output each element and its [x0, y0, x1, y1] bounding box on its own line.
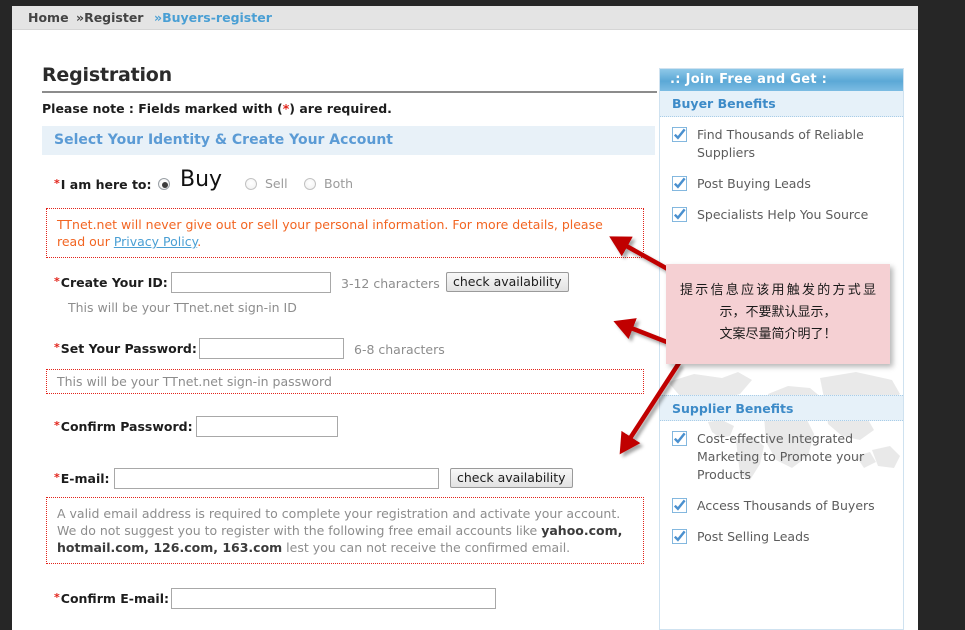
email-input[interactable]: [114, 468, 439, 489]
please-note-suffix: ) are required.: [289, 101, 392, 116]
required-marker: *: [54, 341, 61, 354]
identity-row: *I am here to: Buy Sell Both: [46, 171, 652, 197]
list-item: Find Thousands of Reliable Suppliers: [660, 117, 903, 166]
field-row-confirm-email: *Confirm E-mail:: [46, 586, 652, 612]
list-item-label: Post Buying Leads: [697, 175, 891, 193]
annotation-line-3: 文案尽量简介明了！: [674, 324, 882, 346]
registration-form: Registration Please note : Fields marked…: [32, 64, 652, 630]
list-item-label: Specialists Help You Source: [697, 206, 891, 224]
list-item-label: Cost-effective Integrated Marketing to P…: [697, 430, 891, 484]
checkmark-icon: [672, 498, 687, 513]
required-marker: *: [54, 591, 61, 604]
required-marker: *: [54, 471, 61, 484]
confirm-password-input[interactable]: [196, 416, 338, 437]
field-row-password: *Set Your Password: 6-8 characters: [46, 336, 652, 362]
confirm-email-label: *Confirm E-mail:: [54, 591, 169, 606]
create-id-hint: 3-12 characters: [341, 276, 440, 291]
section-header-identity: Select Your Identity & Create Your Accou…: [42, 126, 655, 155]
list-item: Access Thousands of Buyers: [660, 488, 903, 519]
password-label: *Set Your Password:: [54, 341, 197, 356]
page-title: Registration: [42, 64, 652, 86]
breadcrumb-item-register[interactable]: »Register: [76, 10, 143, 25]
radio-buy[interactable]: [158, 178, 170, 190]
sidebar-header: .: Join Free and Get :: [660, 69, 903, 91]
create-id-input[interactable]: [171, 272, 331, 293]
required-marker: *: [54, 419, 61, 432]
email-label: *E-mail:: [54, 471, 110, 486]
password-hint: 6-8 characters: [354, 342, 445, 357]
identity-label: *I am here to:: [54, 177, 152, 192]
checkmark-icon: [672, 529, 687, 544]
breadcrumb-item-buyers-register[interactable]: »Buyers-register: [154, 10, 272, 25]
annotation-line-2: 示，不要默认显示，: [674, 302, 882, 324]
radio-label-sell[interactable]: Sell: [265, 176, 288, 191]
privacy-notice-box: TTnet.net will never give out or sell yo…: [46, 208, 644, 258]
email-callout-part1: A valid email address is required to com…: [57, 506, 620, 538]
privacy-policy-link[interactable]: Privacy Policy: [114, 234, 197, 249]
create-id-subnote: This will be your TTnet.net sign-in ID: [68, 300, 652, 315]
radio-sell[interactable]: [245, 178, 257, 190]
list-item-label: Post Selling Leads: [697, 528, 891, 546]
title-divider: [42, 91, 657, 93]
list-item-label: Find Thousands of Reliable Suppliers: [697, 126, 891, 162]
checkmark-icon: [672, 207, 687, 222]
field-row-email: *E-mail: check availability: [46, 466, 652, 492]
list-item: Specialists Help You Source: [660, 197, 903, 228]
please-note: Please note : Fields marked with (*) are…: [42, 101, 652, 116]
required-marker: *: [54, 177, 61, 190]
screenshot-viewport: Home »Register »Buyers-register Registra…: [0, 0, 965, 630]
privacy-notice-period: .: [197, 234, 201, 249]
required-marker: *: [54, 275, 61, 288]
confirm-password-label: *Confirm Password:: [54, 419, 193, 434]
list-item: Post Selling Leads: [660, 519, 903, 550]
breadcrumb-item-home[interactable]: Home: [28, 10, 69, 25]
check-availability-id-button[interactable]: check availability: [446, 272, 569, 292]
checkmark-icon: [672, 431, 687, 446]
radio-label-buy[interactable]: Buy: [180, 167, 222, 192]
annotation-line-1: 提示信息应该用触发的方式显: [674, 280, 882, 302]
sidebar-subhead-supplier: Supplier Benefits: [660, 395, 903, 421]
confirm-email-input[interactable]: [171, 588, 496, 609]
create-id-label: *Create Your ID:: [54, 275, 168, 290]
field-row-create-id: *Create Your ID: 3-12 characters check a…: [46, 270, 652, 296]
check-availability-email-button[interactable]: check availability: [450, 468, 573, 488]
annotation-note: 提示信息应该用触发的方式显 示，不要默认显示， 文案尽量简介明了！: [666, 264, 890, 364]
list-item-label: Access Thousands of Buyers: [697, 497, 891, 515]
password-callout-box: This will be your TTnet.net sign-in pass…: [46, 369, 644, 394]
list-item: Post Buying Leads: [660, 166, 903, 197]
list-item: Cost-effective Integrated Marketing to P…: [660, 421, 903, 488]
checkmark-icon: [672, 176, 687, 191]
radio-label-both[interactable]: Both: [324, 176, 353, 191]
email-callout-part2: lest you can not receive the confirmed e…: [282, 540, 570, 555]
email-callout-box: A valid email address is required to com…: [46, 497, 644, 564]
password-input[interactable]: [199, 338, 344, 359]
breadcrumb: Home »Register »Buyers-register: [12, 6, 918, 30]
please-note-prefix: Please note : Fields marked with (: [42, 101, 283, 116]
sidebar-subhead-buyer: Buyer Benefits: [660, 91, 903, 117]
checkmark-icon: [672, 127, 687, 142]
field-row-confirm-password: *Confirm Password:: [46, 414, 652, 440]
radio-both[interactable]: [304, 178, 316, 190]
